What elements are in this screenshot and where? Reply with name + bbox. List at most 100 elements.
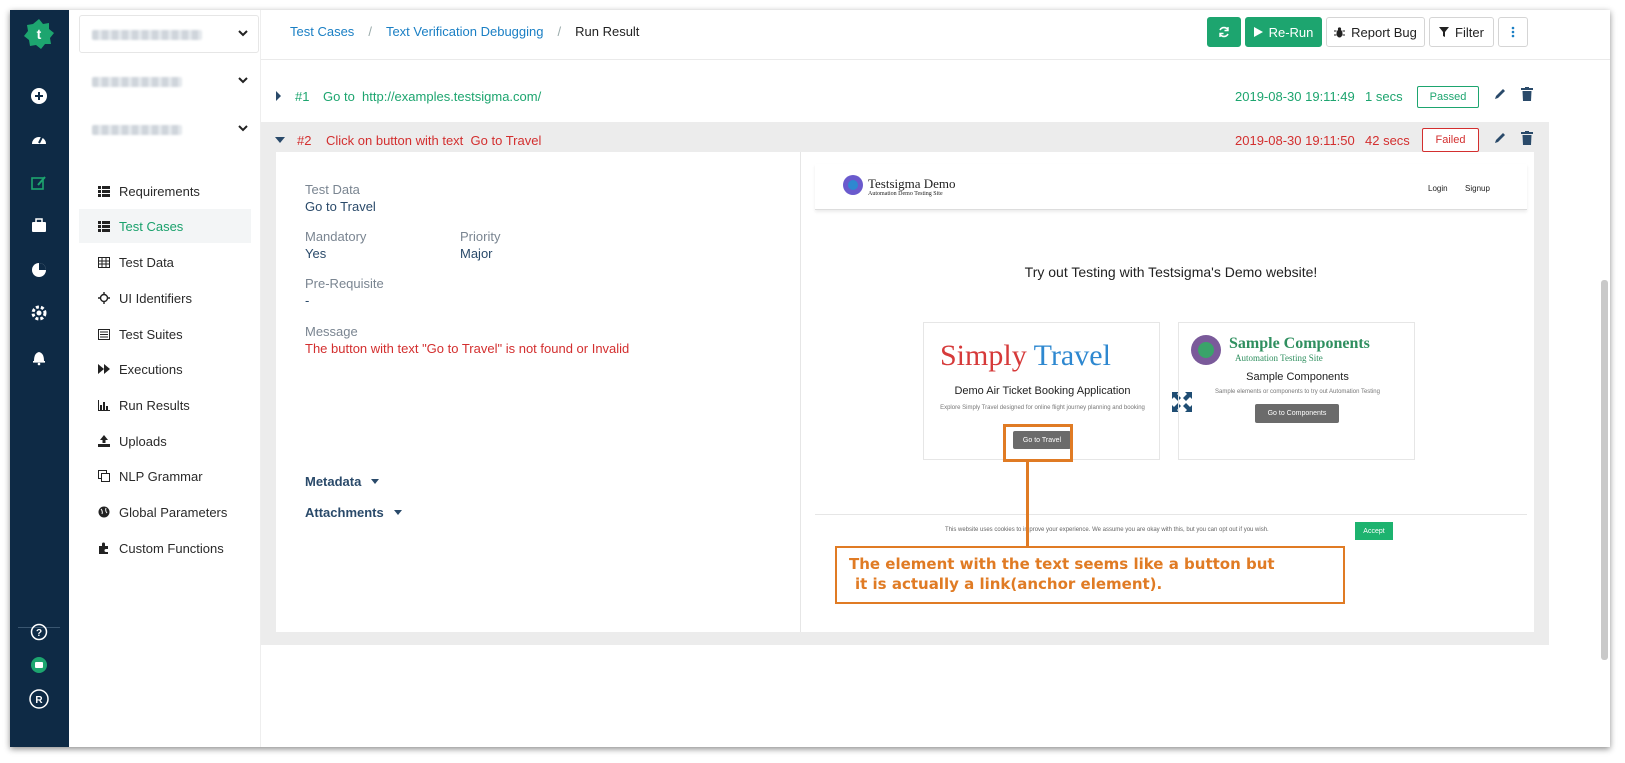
version-dropdown[interactable] — [79, 110, 259, 148]
play-icon — [1253, 27, 1263, 37]
step-row-1[interactable]: #1 Go to http://examples.testsigma.com/ … — [261, 76, 1559, 118]
nav-item-run-results[interactable]: Run Results — [79, 388, 251, 422]
demo-login-link: Login — [1428, 184, 1448, 193]
project-dropdown[interactable] — [79, 62, 259, 100]
message-field: Message The button with text "Go to Trav… — [305, 324, 629, 356]
more-options-button[interactable] — [1498, 17, 1528, 47]
filter-icon — [1439, 27, 1450, 37]
card-title: Demo Air Ticket Booking Application — [954, 385, 1131, 397]
card-title: Sample Components — [1246, 371, 1349, 383]
status-badge: Passed — [1417, 86, 1479, 108]
nav-label: Executions — [119, 361, 183, 377]
step-number: #2 — [297, 133, 312, 148]
caret-down-icon — [371, 479, 380, 484]
trash-icon[interactable] — [1521, 131, 1533, 145]
attachments-toggle[interactable]: Attachments — [305, 505, 402, 520]
refresh-button[interactable] — [1207, 17, 1241, 47]
nav-item-uploads[interactable]: Uploads — [79, 424, 251, 458]
nav-panel: Requirements Test Cases Test Data UI Ide… — [69, 10, 261, 747]
fast-forward-icon — [97, 362, 111, 376]
cookie-notice: This website uses cookies to improve you… — [945, 527, 1269, 533]
nav-item-executions[interactable]: Executions — [79, 352, 251, 386]
nav-item-requirements[interactable]: Requirements — [79, 174, 251, 208]
rerun-button[interactable]: Re-Run — [1245, 17, 1322, 47]
chevron-down-icon — [238, 30, 248, 37]
icon-rail: t ? R — [10, 10, 69, 747]
dashboard-icon[interactable] — [24, 125, 54, 155]
nav-label: Uploads — [119, 433, 167, 449]
nav-item-test-cases[interactable]: Test Cases — [79, 209, 251, 243]
testsigma-logo-icon[interactable]: t — [23, 18, 55, 50]
step-screenshot: Testsigma Demo Automation Demo Testing S… — [815, 152, 1527, 632]
pencil-icon[interactable] — [1493, 87, 1507, 101]
report-bug-button[interactable]: Report Bug — [1326, 17, 1425, 47]
bar-chart-icon — [97, 398, 111, 412]
step-number: #1 — [295, 89, 310, 104]
top-bar: Test Cases / Text Verification Debugging… — [261, 10, 1610, 60]
nav-item-global-parameters[interactable]: Global Parameters — [79, 495, 251, 529]
workspace-dropdown[interactable] — [79, 15, 259, 53]
trash-icon[interactable] — [1521, 87, 1533, 101]
edit-icon[interactable] — [24, 168, 54, 198]
nav-label: Test Data — [119, 254, 174, 270]
metadata-toggle[interactable]: Metadata — [305, 474, 380, 489]
card-description: Sample elements or components to try out… — [1215, 389, 1380, 395]
nav-label: NLP Grammar — [119, 468, 203, 484]
breadcrumb: Test Cases / Text Verification Debugging… — [290, 24, 639, 39]
help-icon[interactable]: ? — [24, 617, 54, 647]
gear-icon[interactable] — [24, 298, 54, 328]
svg-text:?: ? — [36, 628, 42, 639]
annotation-line: it is actually a link(anchor element). — [855, 575, 1163, 593]
scrollbar[interactable] — [1601, 280, 1608, 660]
demo-brand-sub: Automation Demo Testing Site — [868, 191, 943, 197]
step-text: Go to http://examples.testsigma.com/ — [323, 89, 542, 104]
user-avatar-icon[interactable]: R — [24, 684, 54, 714]
pencil-icon[interactable] — [1493, 131, 1507, 145]
field-value: Major — [460, 246, 493, 261]
nav-label: Custom Functions — [119, 540, 224, 556]
breadcrumb-current: Run Result — [575, 24, 640, 39]
nav-item-ui-identifiers[interactable]: UI Identifiers — [79, 281, 251, 315]
add-icon[interactable] — [24, 81, 54, 111]
chevron-right-icon[interactable] — [275, 91, 283, 101]
table-icon — [97, 255, 111, 269]
field-label: Test Data — [305, 182, 360, 197]
crosshair-icon — [97, 291, 111, 305]
nav-item-nlp-grammar[interactable]: NLP Grammar — [79, 459, 251, 493]
demo-site-header: Testsigma Demo Automation Demo Testing S… — [815, 164, 1527, 210]
refresh-icon — [1219, 26, 1229, 38]
annotation-callout: The element with the text seems like a b… — [835, 546, 1345, 604]
breadcrumb-separator: / — [368, 24, 372, 39]
field-label: Message — [305, 324, 358, 339]
nav-item-test-suites[interactable]: Test Suites — [79, 317, 251, 351]
pie-chart-icon[interactable] — [24, 255, 54, 285]
nav-item-test-data[interactable]: Test Data — [79, 245, 251, 279]
report-bug-label: Report Bug — [1351, 24, 1417, 40]
chevron-down-icon — [238, 77, 248, 84]
demo-signup-link: Signup — [1465, 184, 1490, 193]
field-value: - — [305, 293, 310, 308]
breadcrumb-test-case[interactable]: Text Verification Debugging — [386, 24, 544, 39]
nav-label: Requirements — [119, 183, 200, 199]
nav-item-custom-functions[interactable]: Custom Functions — [79, 531, 251, 565]
nav-label: Global Parameters — [119, 504, 228, 520]
chat-icon[interactable] — [24, 650, 54, 680]
svg-text:R: R — [35, 695, 43, 706]
test-data-field: Test Data Go to Travel — [305, 182, 376, 214]
upload-icon — [97, 434, 111, 448]
rerun-label: Re-Run — [1268, 24, 1314, 40]
filter-label: Filter — [1455, 24, 1484, 40]
step-timestamp: 2019-08-30 19:11:49 — [1235, 89, 1355, 104]
breadcrumb-test-cases[interactable]: Test Cases — [290, 24, 354, 39]
field-value: Go to Travel — [305, 199, 376, 214]
bell-icon[interactable] — [24, 342, 54, 372]
demo-brand: Testsigma Demo — [868, 176, 956, 191]
caret-down-icon — [393, 510, 402, 515]
chevron-down-icon[interactable] — [275, 136, 285, 144]
blurred-text — [92, 77, 182, 87]
field-label: Mandatory — [305, 229, 367, 244]
list-icon — [97, 184, 111, 198]
filter-button[interactable]: Filter — [1429, 17, 1494, 47]
suite-icon — [97, 327, 111, 341]
briefcase-icon[interactable] — [24, 211, 54, 241]
